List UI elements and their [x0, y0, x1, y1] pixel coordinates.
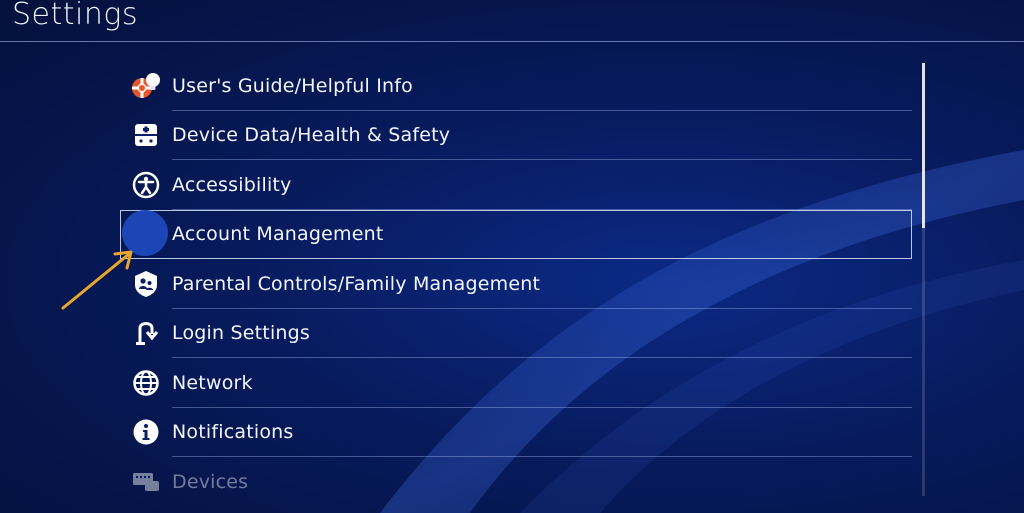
title-divider: [0, 41, 1024, 42]
menu-item-users-guide[interactable]: User's Guide/Helpful Info: [120, 61, 912, 111]
menu-item-accessibility[interactable]: Accessibility: [120, 160, 912, 210]
page-title: Settings: [12, 0, 139, 32]
menu-item-device-data[interactable]: Device Data/Health & Safety: [120, 111, 912, 160]
annotation-arrow-icon: [61, 250, 133, 310]
menu-item-notifications[interactable]: Notifications: [120, 408, 912, 457]
accessibility-icon: [120, 171, 172, 199]
menu-item-label: Parental Controls/Family Management: [172, 272, 541, 295]
menu-item-label: Devices: [172, 470, 249, 493]
scrollbar-thumb[interactable]: [922, 63, 925, 228]
menu-item-label: Device Data/Health & Safety: [172, 124, 451, 147]
menu-item-login-settings[interactable]: Login Settings: [120, 309, 912, 358]
menu-item-label: Account Management: [172, 223, 384, 246]
menu-item-account-management[interactable]: Account Management: [120, 209, 912, 259]
login-settings-icon: [120, 318, 172, 348]
scrollbar[interactable]: [922, 63, 925, 496]
info-icon: [120, 418, 172, 446]
menu-item-label: User's Guide/Helpful Info: [172, 74, 413, 97]
menu-item-label: Notifications: [172, 421, 294, 444]
device-health-icon: [120, 122, 172, 148]
menu-item-label: Accessibility: [172, 173, 292, 196]
menu-item-network[interactable]: Network: [120, 358, 912, 408]
lifebuoy-bulb-icon: [120, 71, 172, 101]
menu-item-label: Login Settings: [172, 322, 311, 345]
globe-icon: [120, 369, 172, 397]
settings-menu: User's Guide/Helpful Info Device Data/He…: [120, 61, 912, 507]
keyboard-icon: [120, 470, 172, 494]
menu-item-devices[interactable]: Devices: [120, 457, 912, 507]
menu-item-label: Network: [172, 371, 253, 394]
menu-item-parental-controls[interactable]: Parental Controls/Family Management: [120, 259, 912, 309]
